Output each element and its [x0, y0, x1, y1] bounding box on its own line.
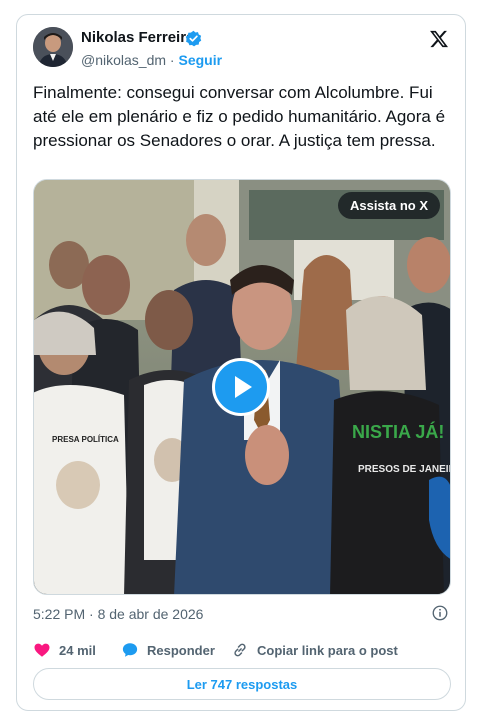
- verified-badge-icon: [185, 30, 202, 47]
- reply-bubble-icon: [122, 643, 138, 657]
- link-icon: [234, 643, 246, 657]
- watch-on-x-button[interactable]: Assista no X: [337, 192, 440, 219]
- like-count: 24 mil: [59, 642, 96, 658]
- read-replies-button[interactable]: Ler 747 respostas: [33, 668, 451, 700]
- copy-link-label: Copiar link para o post: [257, 642, 398, 658]
- tweet-card: Nikolas Ferreira @nikolas_dm · Seguir Fi…: [16, 14, 466, 711]
- banner-subtext: PRESOS DE JANEIRO: [358, 464, 451, 475]
- like-button[interactable]: 24 mil: [33, 641, 96, 659]
- action-bar: 24 mil Responder Copiar link para o post: [33, 641, 453, 661]
- tweet-timestamp[interactable]: 5:22 PM · 8 de abr de 2026: [33, 606, 203, 622]
- reply-button[interactable]: Responder: [121, 641, 215, 659]
- separator-dot: ·: [169, 52, 175, 68]
- follow-button[interactable]: Seguir: [178, 52, 222, 68]
- video-player[interactable]: PRESA POLÍTICA NISTIA JÁ! PRESOS DE JANE…: [33, 179, 451, 595]
- tweet-text: Finalmente: consegui conversar com Alcol…: [33, 83, 446, 150]
- copy-link-button[interactable]: Copiar link para o post: [231, 641, 398, 659]
- reply-label: Responder: [147, 642, 215, 658]
- play-icon: [235, 376, 252, 398]
- info-icon[interactable]: [431, 604, 449, 622]
- shirt-text: PRESA POLÍTICA: [52, 435, 119, 444]
- x-logo-icon[interactable]: [429, 29, 449, 49]
- author-handle-row: @nikolas_dm · Seguir: [81, 52, 222, 68]
- avatar[interactable]: [33, 27, 73, 67]
- heart-icon: [34, 643, 50, 657]
- play-button[interactable]: [212, 358, 270, 416]
- banner-text: NISTIA JÁ!: [352, 421, 444, 442]
- author-name[interactable]: Nikolas Ferreira: [81, 29, 194, 46]
- author-handle[interactable]: @nikolas_dm: [81, 52, 166, 68]
